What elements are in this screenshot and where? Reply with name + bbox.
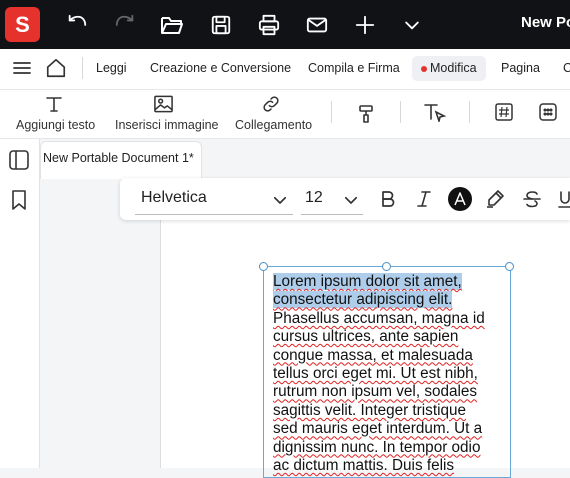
text-line[interactable]: congue massa, et malesuada xyxy=(273,347,505,365)
menu-item-modifica[interactable]: Modifica xyxy=(430,61,477,75)
underline-icon[interactable] xyxy=(558,189,570,209)
hamburger-icon[interactable] xyxy=(12,59,32,77)
insert-image-button[interactable]: Inserisci immagine xyxy=(115,118,219,132)
text-line[interactable]: cursus ultrices, ante sapien xyxy=(273,328,505,346)
menu-divider xyxy=(82,57,83,79)
text-line[interactable]: tellus orci eget mi. Ut est nibh, xyxy=(273,365,505,383)
redo-icon[interactable] xyxy=(112,12,138,38)
bookmark-icon[interactable] xyxy=(9,189,29,211)
link-icon[interactable] xyxy=(261,94,281,114)
text-line[interactable]: consectetur adipiscing elit. xyxy=(273,291,505,309)
save-icon[interactable] xyxy=(208,12,234,38)
menu-item-more[interactable]: C xyxy=(563,61,570,75)
font-size-value[interactable]: 12 xyxy=(305,189,323,207)
text-line[interactable]: sagittis velit. Integer tristique xyxy=(273,402,505,420)
mail-icon[interactable] xyxy=(304,12,330,38)
text-tool-icon[interactable] xyxy=(44,94,64,114)
tab-document-label[interactable]: New Portable Document 1* xyxy=(43,151,194,165)
italic-icon[interactable] xyxy=(414,189,434,209)
menu-item-leggi[interactable]: Leggi xyxy=(96,61,127,75)
plus-icon[interactable] xyxy=(352,12,378,38)
text-color-icon[interactable] xyxy=(448,187,472,211)
link-button[interactable]: Collegamento xyxy=(235,118,312,132)
chevron-down-icon[interactable] xyxy=(342,191,360,209)
chevron-down-icon[interactable] xyxy=(271,191,289,209)
window-title: New Po xyxy=(521,14,570,31)
undo-icon[interactable] xyxy=(64,12,90,38)
bates-numbering-icon[interactable] xyxy=(538,102,558,122)
toolbar-divider xyxy=(469,101,470,123)
home-icon[interactable] xyxy=(45,57,67,79)
chevron-down-icon[interactable] xyxy=(399,12,425,38)
selected-text[interactable]: Lorem ipsum dolor sit amet, xyxy=(273,273,462,290)
menu-item-compila[interactable]: Compila e Firma xyxy=(308,61,400,75)
selected-text[interactable]: consectetur adipiscing elit. xyxy=(273,291,453,309)
text-line[interactable]: sed mauris eget interdum. Ut a xyxy=(273,420,505,438)
toolbar-divider xyxy=(331,101,332,123)
format-painter-icon[interactable] xyxy=(356,104,376,124)
add-text-button[interactable]: Aggiungi testo xyxy=(16,118,95,132)
toolbar-divider xyxy=(400,101,401,123)
resize-handle[interactable] xyxy=(505,262,514,271)
sidebar-panel-icon[interactable] xyxy=(8,149,30,171)
bold-icon[interactable] xyxy=(378,189,398,209)
text-box-content[interactable]: Lorem ipsum dolor sit amet, consectetur … xyxy=(273,273,505,475)
active-dot xyxy=(421,66,427,72)
image-icon[interactable] xyxy=(153,94,174,114)
text-line[interactable]: rutrum non ipsum vel, sodales xyxy=(273,383,505,401)
app-logo[interactable]: S xyxy=(5,7,40,42)
text-line[interactable]: ac dictum mattis. Duis felis xyxy=(273,457,505,475)
text-line[interactable]: dignissim nunc. In tempor odio xyxy=(273,439,505,457)
print-icon[interactable] xyxy=(256,12,282,38)
font-family-value[interactable]: Helvetica xyxy=(141,189,207,207)
page-number-icon[interactable] xyxy=(494,102,514,122)
text-cursor-icon[interactable] xyxy=(423,102,447,122)
text-line[interactable]: Lorem ipsum dolor sit amet, xyxy=(273,273,505,291)
text-line[interactable]: Phasellus accumsan, magna id xyxy=(273,310,505,328)
resize-handle[interactable] xyxy=(382,262,391,271)
menu-item-pagina[interactable]: Pagina xyxy=(501,61,540,75)
open-folder-icon[interactable] xyxy=(159,12,185,38)
strikethrough-icon[interactable] xyxy=(522,189,542,209)
menu-item-creazione[interactable]: Creazione e Conversione xyxy=(150,61,291,75)
resize-handle[interactable] xyxy=(259,262,268,271)
highlight-icon[interactable] xyxy=(485,189,505,209)
